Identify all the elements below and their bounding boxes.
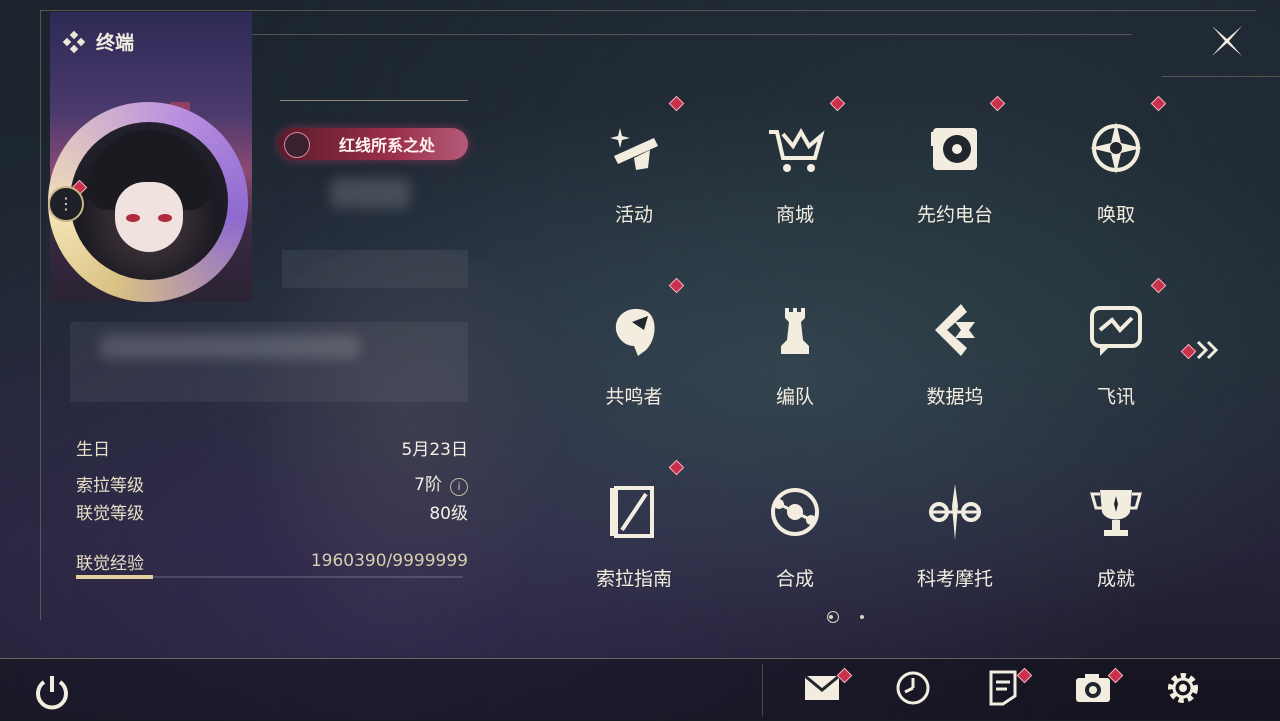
character-head-icon (615, 308, 655, 356)
chess-rook-icon (781, 308, 809, 354)
info-icon[interactable]: i (450, 478, 468, 496)
tile-label: 共鸣者 (605, 386, 663, 408)
avatar-eye (126, 214, 140, 222)
stat-value: 80级 (429, 503, 468, 524)
clock-icon[interactable] (893, 668, 933, 708)
camera-icon[interactable] (1073, 668, 1113, 708)
tile-label: 成就 (1096, 568, 1135, 590)
tile-shop[interactable]: 商城 (735, 104, 855, 244)
tile-label: 数据坞 (926, 386, 984, 408)
tile-label: 商城 (775, 204, 814, 226)
data-dock-icon (935, 304, 975, 356)
page-dot[interactable] (860, 615, 864, 619)
frame-left-line (40, 10, 41, 620)
stat-value: 1960390/9999999 (310, 551, 468, 571)
profile-menu-button[interactable]: ⋮ (48, 186, 84, 222)
stat-value: 7阶 (414, 475, 442, 495)
compass-star-icon (1090, 122, 1142, 174)
tile-label: 科考摩托 (916, 568, 993, 590)
tile-achievements[interactable]: 成就 (1056, 468, 1176, 608)
tile-guide[interactable]: 索拉指南 (574, 468, 694, 608)
stat-union-level: 联觉等级 80级 (76, 498, 468, 524)
notify-dot (1180, 343, 1197, 360)
blurred-signature (100, 335, 360, 359)
tile-label: 索拉指南 (595, 568, 672, 590)
double-chevron-right-icon (1196, 340, 1219, 360)
stat-label: 联觉经验 (76, 553, 144, 574)
title-badge[interactable]: 红线所系之处 (278, 128, 468, 160)
tile-messages[interactable]: 飞讯 (1056, 286, 1176, 426)
stat-label: 生日 (76, 439, 110, 460)
tile-convene[interactable]: 唤取 (1056, 104, 1176, 244)
tile-label: 合成 (775, 568, 814, 590)
exp-progress-fill (76, 575, 153, 579)
guide-book-icon (610, 486, 654, 538)
avatar[interactable] (70, 122, 228, 280)
window-title: 终端 (62, 28, 134, 55)
tile-label: 活动 (614, 204, 653, 226)
tile-label: 唤取 (1096, 204, 1135, 226)
more-vertical-icon: ⋮ (58, 194, 74, 213)
diamond-cluster-icon (62, 30, 86, 53)
tile-radio[interactable]: 先约电台 (895, 104, 1015, 244)
blurred-player-name (330, 178, 410, 208)
tile-team[interactable]: 编队 (735, 286, 855, 426)
next-page-button[interactable] (1180, 338, 1222, 362)
close-x-icon[interactable] (1208, 22, 1246, 60)
power-icon[interactable] (32, 672, 72, 712)
frame-right-line (1162, 76, 1280, 77)
activity-sparkle-icon (610, 128, 658, 170)
stat-label: 联觉等级 (76, 503, 144, 524)
frame-inner-line (252, 34, 1132, 35)
synthesis-orb-icon (771, 488, 819, 536)
background-character-silhouette (240, 250, 570, 670)
divider-line (280, 100, 468, 101)
chat-message-icon (1090, 306, 1142, 356)
tile-data-dock[interactable]: 数据坞 (895, 286, 1015, 426)
stat-birthday: 生日 5月23日 (76, 434, 468, 460)
mail-icon[interactable] (802, 668, 842, 708)
avatar-eye (158, 214, 172, 222)
motorcycle-icon (929, 484, 981, 540)
blurred-uid-area (282, 250, 468, 288)
signature-box[interactable] (70, 322, 468, 402)
tile-activity[interactable]: 活动 (574, 104, 694, 244)
tile-synthesis[interactable]: 合成 (735, 468, 855, 608)
tile-label: 先约电台 (916, 204, 993, 226)
page-dot-active-core (829, 615, 833, 619)
tile-motorcycle[interactable]: 科考摩托 (895, 468, 1015, 608)
trophy-icon (1090, 490, 1142, 536)
tile-label: 编队 (775, 386, 814, 408)
crown-cart-icon (769, 127, 825, 172)
settings-gear-icon[interactable] (1163, 668, 1203, 708)
tile-resonators[interactable]: 共鸣者 (574, 286, 694, 426)
stat-union-exp: 联觉经验 1960390/9999999 (76, 548, 468, 574)
stat-sola-level: 索拉等级 7阶 i (76, 470, 468, 496)
stat-value: 5月23日 (401, 439, 468, 460)
page-title: 终端 (96, 32, 135, 54)
badge-label: 红线所系之处 (338, 136, 435, 155)
radio-turntable-icon (931, 128, 977, 170)
stat-label: 索拉等级 (76, 475, 144, 496)
badge-portrait-icon (284, 132, 310, 158)
exp-progress-track (153, 576, 463, 578)
frame-top-line (40, 10, 1256, 11)
tile-label: 飞讯 (1096, 386, 1135, 408)
